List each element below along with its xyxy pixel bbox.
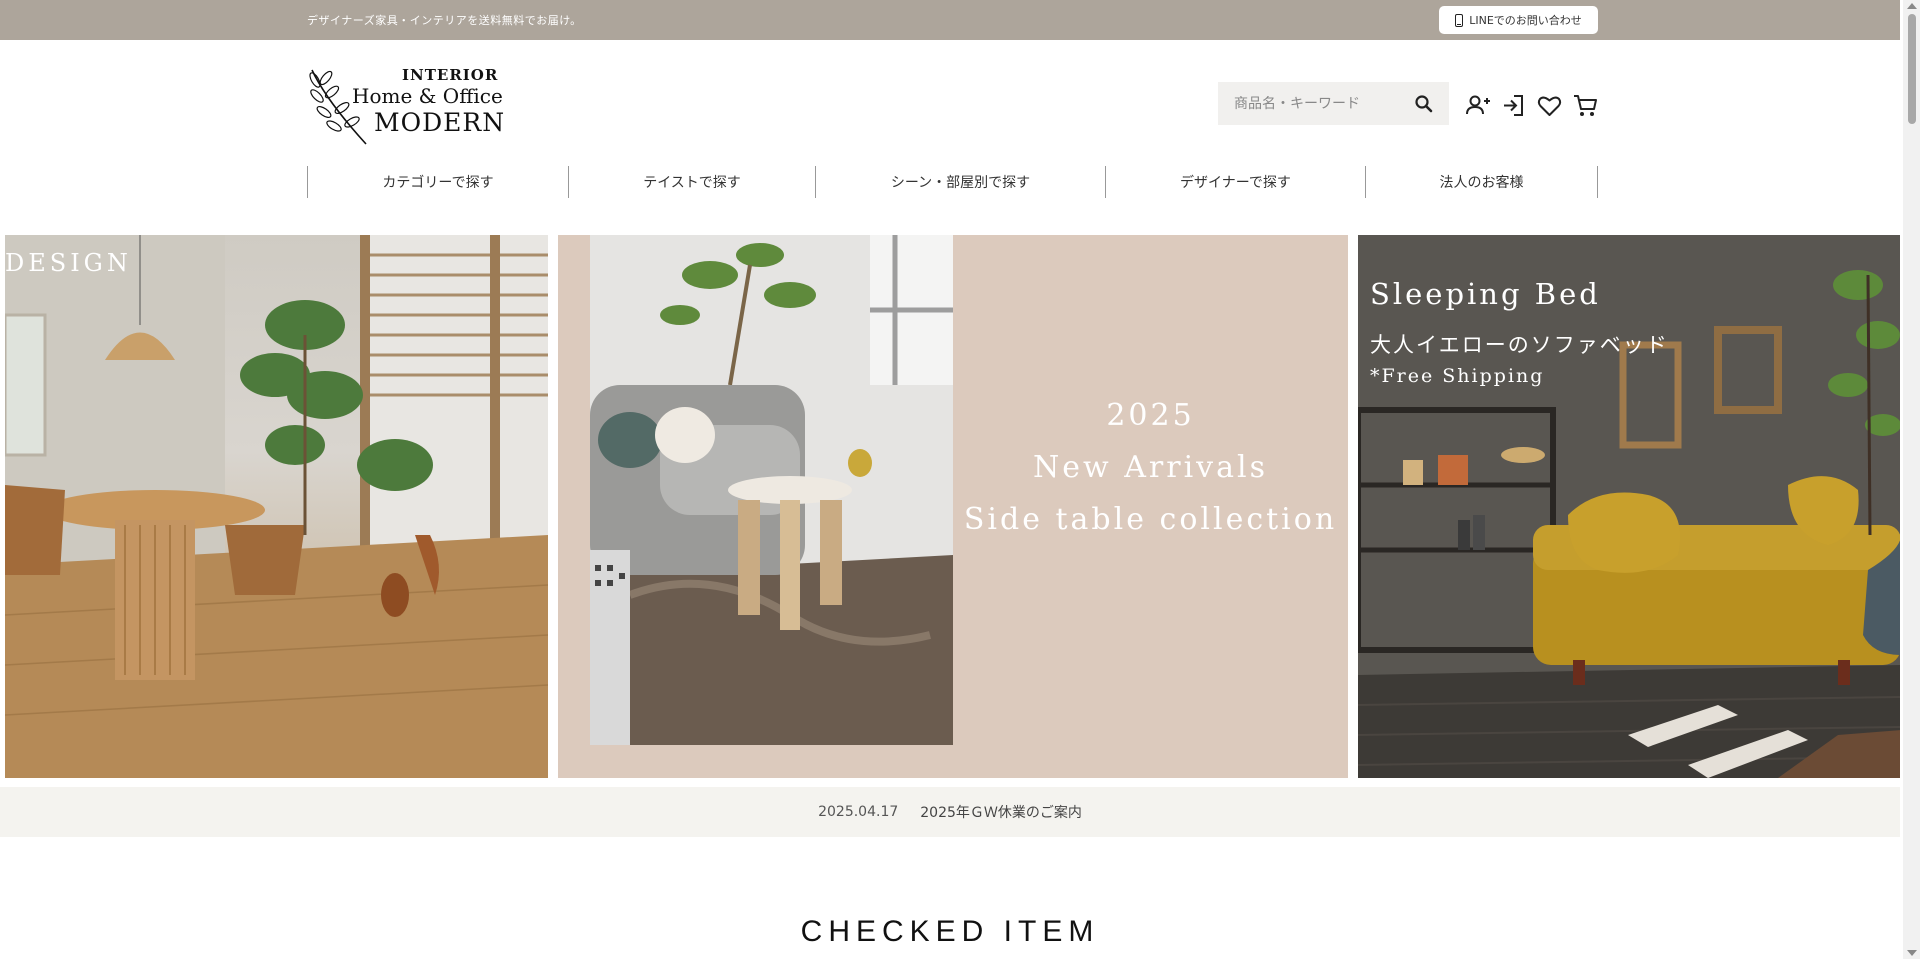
logo-line-home-office: Home & Office — [352, 84, 503, 108]
scroll-thumb[interactable] — [1908, 14, 1916, 124]
nav-item-category[interactable]: カテゴリーで探す — [307, 166, 568, 198]
hero-slide-sofa-bed[interactable]: Sleeping Bed 大人イエローのソファベッド *Free Shippin… — [1358, 235, 1900, 778]
hero-slide-side-table[interactable]: 2025 New Arrivals Side table collection — [558, 235, 1348, 778]
smartphone-icon — [1455, 13, 1464, 27]
nav-item-taste[interactable]: テイストで探す — [568, 166, 815, 198]
line-contact-button[interactable]: LINEでのお問い合わせ — [1439, 6, 1598, 34]
news-title-link[interactable]: 2025年ＧＷ休業のご案内 — [920, 802, 1082, 822]
hero-slide2-new-arrivals: New Arrivals — [1033, 450, 1268, 485]
login-icon[interactable] — [1500, 92, 1527, 119]
cart-icon[interactable] — [1572, 92, 1599, 119]
hero-slide3-subtitle: 大人イエローのソファベッド — [1370, 333, 1669, 357]
hero-slide3-title: Sleeping Bed — [1370, 277, 1601, 311]
announcement-bar: デザイナーズ家具・インテリアを送料無料でお届け。 LINEでのお問い合わせ — [0, 0, 1900, 40]
news-bar: 2025.04.17 2025年ＧＷ休業のご案内 — [0, 787, 1900, 837]
hero-slide2-collection: Side table collection — [963, 502, 1338, 537]
hero-slide2-caption: 2025 New Arrivals Side table collection — [953, 390, 1348, 546]
dining-room-image — [5, 235, 548, 778]
nav-label: 法人のお客様 — [1439, 175, 1524, 191]
global-nav: カテゴリーで探す テイストで探す シーン・部屋別で探す デザイナーで探す 法人の… — [307, 166, 1598, 198]
nav-label: カテゴリーで探す — [382, 175, 494, 191]
page-scrollbar[interactable] — [1903, 0, 1920, 959]
header-icon-group — [1464, 92, 1599, 119]
search-icon[interactable] — [1414, 94, 1434, 114]
heart-icon[interactable] — [1536, 92, 1563, 119]
scroll-up-icon[interactable] — [1907, 3, 1917, 9]
hero-slider: DESIGN 2025 New Arrivals Side table coll… — [0, 235, 1900, 778]
hero-slide1-text: DESIGN — [5, 249, 132, 277]
nav-label: シーン・部屋別で探す — [890, 175, 1031, 191]
nav-label: テイストで探す — [643, 175, 741, 191]
news-date: 2025.04.17 — [818, 804, 899, 820]
scroll-down-icon[interactable] — [1907, 950, 1917, 956]
side-table-photo-art — [590, 235, 953, 745]
nav-label: デザイナーで探す — [1180, 175, 1291, 191]
user-register-icon[interactable] — [1464, 92, 1491, 119]
sofa-bed-image — [1358, 235, 1900, 778]
nav-item-scene[interactable]: シーン・部屋別で探す — [815, 166, 1105, 198]
logo-line-modern: MODERN — [374, 108, 506, 137]
checked-item-heading: CHECKED ITEM — [800, 915, 1100, 948]
search-input[interactable] — [1234, 95, 1414, 112]
search-box — [1218, 82, 1449, 125]
nav-item-designer[interactable]: デザイナーで探す — [1105, 166, 1365, 198]
site-logo[interactable]: INTERIOR Home & Office MODERN — [304, 60, 536, 150]
line-contact-label: LINEでのお問い合わせ — [1469, 14, 1582, 27]
side-table-image — [590, 235, 953, 745]
hero-slide2-year: 2025 — [1106, 398, 1195, 433]
logo-line-interior: INTERIOR — [402, 66, 499, 84]
nav-item-business[interactable]: 法人のお客様 — [1365, 166, 1598, 198]
hero-slide-dining[interactable]: DESIGN — [5, 235, 548, 778]
announcement-text: デザイナーズ家具・インテリアを送料無料でお届け。 — [307, 14, 582, 27]
hero-slide3-shipping: *Free Shipping — [1370, 365, 1545, 387]
